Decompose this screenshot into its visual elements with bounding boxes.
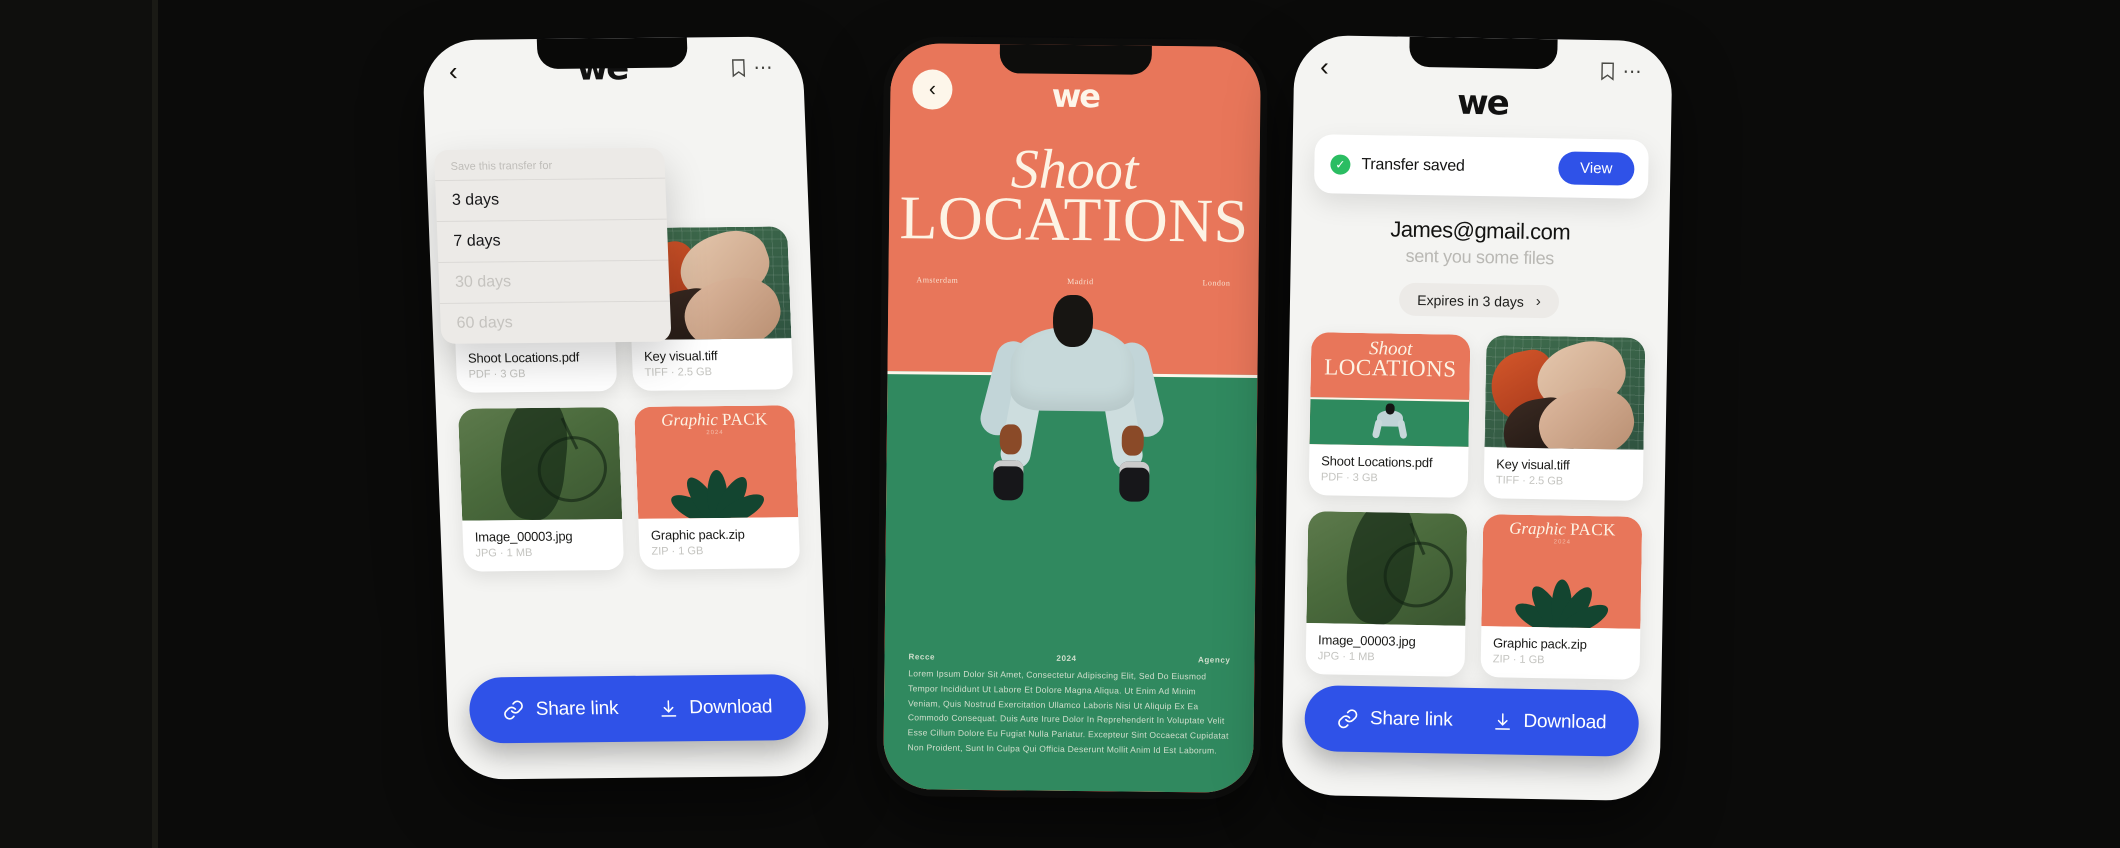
check-circle-icon: ✓ bbox=[1330, 153, 1351, 175]
file-name: Image_00003.jpg bbox=[1317, 632, 1416, 649]
phone3-file-grid: Shoot LOCATIONS Shoot Locations.pdf PDF … bbox=[1284, 332, 1668, 681]
file-card-graphic-pack[interactable]: Graphic PACK 2024 Graphic pack.zip ZIP ·… bbox=[633, 405, 801, 570]
thumbnail-graphic-pack: Graphic PACK 2024 bbox=[633, 405, 799, 519]
file-card-image-00003[interactable]: Image_00003.jpg JPG · 1 MB bbox=[1305, 511, 1468, 677]
thumbnail-image bbox=[1306, 511, 1468, 626]
phone-mockup-transfer-saved: ‹ ⋯ we ✓ Transfer saved View James@gmail… bbox=[1281, 34, 1673, 802]
sender-email: James@gmail.com bbox=[1390, 216, 1571, 245]
footer-body-text: Lorem Ipsum Dolor Sit Amet, Consectetur … bbox=[907, 668, 1229, 756]
download-label: Download bbox=[1523, 710, 1607, 734]
chevron-right-icon: › bbox=[1535, 293, 1541, 311]
file-meta: ZIP · 1 GB bbox=[1492, 653, 1545, 667]
file-card-image-00003[interactable]: Image_00003.jpg JPG · 1 MB bbox=[457, 407, 625, 572]
poster-artwork: ‹ we Shoot LOCATIONS Amsterdam Madrid Lo… bbox=[883, 43, 1261, 793]
phone-mockup-poster-preview: ‹ we Shoot LOCATIONS Amsterdam Madrid Lo… bbox=[876, 36, 1268, 800]
dropdown-title: Save this transfer for bbox=[450, 159, 553, 173]
city-amsterdam: Amsterdam bbox=[916, 275, 959, 285]
phone-notch bbox=[999, 43, 1152, 75]
share-link-button[interactable]: Share link bbox=[1337, 708, 1453, 732]
share-link-label: Share link bbox=[535, 697, 619, 720]
file-name: Graphic pack.zip bbox=[1492, 635, 1587, 652]
poster-figure-illustration bbox=[976, 282, 1167, 504]
screenshot-canvas: ‹ we ⋯ Save this transfer for 3 days 7 d… bbox=[0, 0, 2120, 848]
file-name: Key visual.tiff bbox=[1496, 456, 1570, 473]
file-name: Image_00003.jpg bbox=[474, 528, 573, 545]
city-london: London bbox=[1202, 278, 1231, 288]
thumbnail-graphic-pack: Graphic PACK 2024 bbox=[1481, 514, 1643, 629]
file-name: Shoot Locations.pdf bbox=[467, 349, 580, 366]
phone-mockup-save-options: ‹ we ⋯ Save this transfer for 3 days 7 d… bbox=[421, 36, 831, 780]
file-meta: PDF · 3 GB bbox=[1320, 471, 1378, 485]
we-logo: we bbox=[1051, 76, 1100, 116]
file-name: Shoot Locations.pdf bbox=[1321, 453, 1433, 471]
gpack-title-italic: Graphic bbox=[1509, 518, 1571, 539]
download-button[interactable]: Download bbox=[1492, 710, 1607, 734]
expires-pill[interactable]: Expires in 3 days › bbox=[1398, 282, 1560, 319]
footer-year: 2024 bbox=[1056, 653, 1077, 663]
city-madrid: Madrid bbox=[1067, 276, 1094, 287]
footer-right: Agency bbox=[1197, 655, 1231, 665]
phone1-action-bar: Share link Download bbox=[468, 674, 807, 744]
download-icon bbox=[661, 700, 677, 717]
footer-left: Recce bbox=[908, 652, 936, 662]
file-name: Graphic pack.zip bbox=[650, 526, 745, 543]
toast-message: Transfer saved bbox=[1361, 155, 1465, 175]
phone3-action-bar: Share link Download bbox=[1304, 685, 1640, 757]
gpack-title-caps: PACK bbox=[1569, 519, 1617, 540]
file-name: Key visual.tiff bbox=[643, 348, 718, 364]
dropdown-option-3-days[interactable]: 3 days bbox=[435, 177, 667, 222]
back-icon[interactable]: ‹ bbox=[1320, 51, 1350, 81]
download-button[interactable]: Download bbox=[658, 696, 773, 719]
poster-footer: Recce 2024 Agency Lorem Ipsum Dolor Sit … bbox=[907, 652, 1230, 759]
file-meta: TIFF · 2.5 GB bbox=[1495, 474, 1564, 488]
sender-block: James@gmail.com sent you some files bbox=[1291, 215, 1670, 272]
thumbnail-image bbox=[457, 407, 623, 521]
dropdown-option-7-days[interactable]: 7 days bbox=[436, 218, 669, 263]
thumbnail-key-visual bbox=[1484, 335, 1646, 450]
poster-title-line2: LOCATIONS bbox=[1324, 354, 1457, 383]
file-card-key-visual[interactable]: Key visual.tiff TIFF · 2.5 GB bbox=[1483, 335, 1646, 501]
gpack-title-italic: Graphic bbox=[660, 409, 723, 430]
view-button[interactable]: View bbox=[1557, 151, 1635, 186]
phone-notch bbox=[1409, 36, 1558, 70]
dropdown-option-30-days[interactable]: 30 days bbox=[438, 259, 670, 303]
share-link-label: Share link bbox=[1369, 708, 1453, 731]
more-horizontal-icon[interactable]: ⋯ bbox=[751, 55, 778, 81]
transfer-saved-toast: ✓ Transfer saved View bbox=[1313, 134, 1649, 199]
phone-notch bbox=[536, 37, 688, 70]
file-meta: ZIP · 1 GB bbox=[651, 545, 704, 558]
file-meta: JPG · 1 MB bbox=[475, 546, 533, 560]
download-label: Download bbox=[688, 696, 773, 719]
gpack-year: 2024 bbox=[706, 429, 724, 437]
more-horizontal-icon[interactable]: ⋯ bbox=[1620, 58, 1646, 84]
save-transfer-dropdown[interactable]: Save this transfer for 3 days 7 days 30 … bbox=[433, 147, 672, 344]
sender-subtitle: sent you some files bbox=[1405, 245, 1555, 269]
background-left-strip bbox=[0, 0, 152, 848]
thumbnail-poster: Shoot LOCATIONS bbox=[1309, 332, 1471, 447]
download-icon bbox=[1494, 713, 1510, 730]
file-meta: JPG · 1 MB bbox=[1317, 650, 1375, 664]
share-link-button[interactable]: Share link bbox=[502, 697, 619, 721]
poster-title: Shoot LOCATIONS bbox=[889, 138, 1260, 257]
file-meta: PDF · 3 GB bbox=[468, 368, 526, 381]
file-card-shoot-locations[interactable]: Shoot LOCATIONS Shoot Locations.pdf PDF … bbox=[1308, 332, 1471, 498]
file-card-graphic-pack[interactable]: Graphic PACK 2024 Graphic pack.zip ZIP ·… bbox=[1480, 514, 1643, 680]
poster-title-line2: LOCATIONS bbox=[899, 184, 1249, 257]
link-icon bbox=[504, 700, 524, 720]
file-meta: TIFF · 2.5 GB bbox=[644, 366, 713, 379]
poster-city-row: Amsterdam Madrid London bbox=[916, 275, 1230, 287]
bookmark-icon[interactable] bbox=[725, 55, 752, 81]
dropdown-option-60-days[interactable]: 60 days bbox=[439, 300, 672, 344]
back-icon[interactable]: ‹ bbox=[448, 56, 479, 86]
expires-label: Expires in 3 days bbox=[1417, 291, 1524, 310]
gpack-title-caps: PACK bbox=[721, 409, 769, 429]
background-seam bbox=[152, 0, 158, 848]
bookmark-icon[interactable] bbox=[1594, 58, 1620, 84]
back-icon[interactable]: ‹ bbox=[912, 69, 953, 110]
link-icon bbox=[1338, 709, 1358, 729]
